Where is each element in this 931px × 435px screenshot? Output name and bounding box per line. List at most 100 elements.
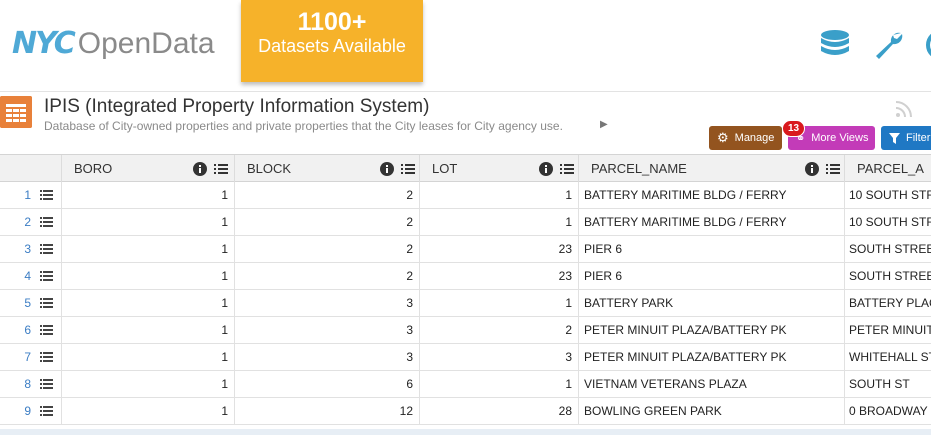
cell-boro[interactable]: 1 (62, 236, 235, 263)
row-menu-icon[interactable] (40, 297, 53, 309)
cell-parcel-address[interactable]: 10 SOUTH STREET (845, 182, 931, 209)
wrench-icon[interactable] (872, 28, 906, 62)
cell-boro[interactable]: 1 (62, 263, 235, 290)
table-row[interactable]: 1 1 2 1 BATTERY MARITIME BLDG / FERRY 10 SOUT… (0, 182, 931, 209)
column-menu-icon[interactable] (401, 162, 415, 176)
logo-nyc-text: NYC (12, 26, 76, 61)
cell-block[interactable]: 3 (235, 290, 420, 317)
column-header-lot[interactable]: LOT (420, 155, 579, 182)
cell-lot[interactable]: 23 (420, 236, 579, 263)
cell-parcel-name[interactable]: BOWLING GREEN PARK (579, 398, 845, 425)
row-menu-icon[interactable] (40, 270, 53, 282)
row-menu-icon[interactable] (40, 189, 53, 201)
row-number-cell[interactable]: 3 (0, 236, 62, 263)
cell-lot[interactable]: 1 (420, 290, 579, 317)
cell-boro[interactable]: 1 (62, 398, 235, 425)
cell-lot[interactable]: 2 (420, 317, 579, 344)
cell-parcel-address[interactable]: SOUTH ST (845, 371, 931, 398)
nyc-opendata-logo[interactable]: NYC OpenData (12, 26, 215, 61)
database-icon[interactable] (818, 28, 852, 62)
row-number-cell[interactable]: 7 (0, 344, 62, 371)
column-menu-icon[interactable] (214, 162, 228, 176)
column-header-parcel-address[interactable]: PARCEL_A (845, 155, 931, 182)
row-number-cell[interactable]: 6 (0, 317, 62, 344)
cell-block[interactable]: 2 (235, 182, 420, 209)
row-number-cell[interactable]: 2 (0, 209, 62, 236)
cell-lot[interactable]: 3 (420, 344, 579, 371)
cell-parcel-address[interactable]: SOUTH STREET (845, 236, 931, 263)
row-menu-icon[interactable] (40, 324, 53, 336)
manage-button[interactable]: ⚙ Manage (709, 126, 782, 150)
cell-boro[interactable]: 1 (62, 182, 235, 209)
cell-boro[interactable]: 1 (62, 209, 235, 236)
filter-button[interactable]: Filter (881, 126, 931, 150)
cell-boro[interactable]: 1 (62, 344, 235, 371)
filter-label: Filter (906, 132, 931, 144)
table-row[interactable]: 7 1 3 3 PETER MINUIT PLAZA/BATTERY PK WHITEHA… (0, 344, 931, 371)
cell-boro[interactable]: 1 (62, 317, 235, 344)
cell-parcel-name[interactable]: PIER 6 (579, 263, 845, 290)
cell-parcel-name[interactable]: BATTERY PARK (579, 290, 845, 317)
cell-block[interactable]: 2 (235, 263, 420, 290)
info-icon[interactable] (193, 162, 207, 176)
cell-parcel-address[interactable]: SOUTH STREET (845, 263, 931, 290)
cell-block[interactable]: 2 (235, 236, 420, 263)
cell-block[interactable]: 3 (235, 344, 420, 371)
table-row[interactable]: 8 1 6 1 VIETNAM VETERANS PLAZA SOUTH ST (0, 371, 931, 398)
cell-parcel-name[interactable]: PETER MINUIT PLAZA/BATTERY PK (579, 344, 845, 371)
row-menu-icon[interactable] (40, 243, 53, 255)
rss-icon[interactable] (895, 100, 913, 118)
cell-block[interactable]: 12 (235, 398, 420, 425)
datasets-banner[interactable]: 1100+ Datasets Available (241, 0, 423, 82)
cell-parcel-name[interactable]: VIETNAM VETERANS PLAZA (579, 371, 845, 398)
cell-parcel-name[interactable]: BATTERY MARITIME BLDG / FERRY (579, 209, 845, 236)
row-number: 6 (24, 323, 31, 337)
table-row[interactable]: 9 1 12 28 BOWLING GREEN PARK 0 BROADWAY (0, 398, 931, 425)
row-menu-icon[interactable] (40, 405, 53, 417)
table-row[interactable]: 6 1 3 2 PETER MINUIT PLAZA/BATTERY PK PETER M… (0, 317, 931, 344)
cell-parcel-address[interactable]: 0 BROADWAY (845, 398, 931, 425)
info-icon[interactable] (539, 162, 553, 176)
cell-parcel-address[interactable]: PETER MINUIT PLAZA (845, 317, 931, 344)
row-number-cell[interactable]: 8 (0, 371, 62, 398)
table-row[interactable]: 2 1 2 1 BATTERY MARITIME BLDG / FERRY 10 SOUT… (0, 209, 931, 236)
row-number-cell[interactable]: 5 (0, 290, 62, 317)
cell-lot[interactable]: 1 (420, 182, 579, 209)
cell-parcel-address[interactable]: BATTERY PLACE (845, 290, 931, 317)
cell-boro[interactable]: 1 (62, 371, 235, 398)
cell-boro[interactable]: 1 (62, 290, 235, 317)
cell-parcel-address[interactable]: WHITEHALL STREET (845, 344, 931, 371)
cell-parcel-name[interactable]: PIER 6 (579, 236, 845, 263)
column-menu-icon[interactable] (826, 162, 840, 176)
expand-description-icon[interactable]: ▶ (600, 119, 608, 130)
info-icon[interactable] (380, 162, 394, 176)
column-header-block[interactable]: BLOCK (235, 155, 420, 182)
cell-block[interactable]: 3 (235, 317, 420, 344)
grid-footer (0, 429, 931, 435)
cell-lot[interactable]: 1 (420, 371, 579, 398)
row-number-cell[interactable]: 1 (0, 182, 62, 209)
cell-block[interactable]: 2 (235, 209, 420, 236)
column-header-boro[interactable]: BORO (62, 155, 235, 182)
table-row[interactable]: 5131BATTERY PARKBATTERY PLACE (0, 290, 931, 317)
column-header-parcel-name[interactable]: PARCEL_NAME (579, 155, 845, 182)
row-menu-icon[interactable] (40, 378, 53, 390)
cell-block[interactable]: 6 (235, 371, 420, 398)
cell-lot[interactable]: 28 (420, 398, 579, 425)
row-number-cell[interactable]: 9 (0, 398, 62, 425)
user-icon[interactable] (924, 28, 931, 62)
cell-parcel-name[interactable]: BATTERY MARITIME BLDG / FERRY (579, 182, 845, 209)
row-number-cell[interactable]: 4 (0, 263, 62, 290)
table-row[interactable]: 3 1223PIER 6SOUTH STREET (0, 236, 931, 263)
cell-lot[interactable]: 1 (420, 209, 579, 236)
table-row[interactable]: 4 1223PIER 6SOUTH STREET (0, 263, 931, 290)
row-number: 7 (24, 350, 31, 364)
info-icon[interactable] (805, 162, 819, 176)
row-menu-icon[interactable] (40, 351, 53, 363)
cell-parcel-address[interactable]: 10 SOUTH STREET (845, 209, 931, 236)
row-number: 2 (24, 215, 31, 229)
cell-parcel-name[interactable]: PETER MINUIT PLAZA/BATTERY PK (579, 317, 845, 344)
column-menu-icon[interactable] (560, 162, 574, 176)
cell-lot[interactable]: 23 (420, 263, 579, 290)
row-menu-icon[interactable] (40, 216, 53, 228)
